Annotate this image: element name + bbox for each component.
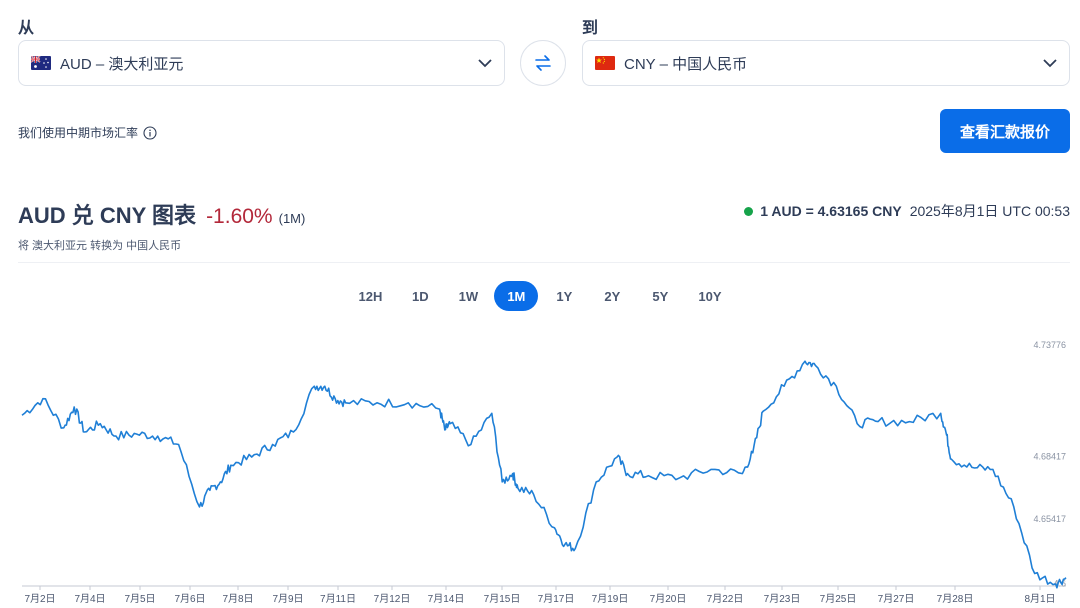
live-status-dot (744, 206, 754, 216)
chevron-down-icon (478, 58, 492, 67)
x-tick-label: 7月19日 (592, 593, 629, 605)
rate-value: 1 AUD = 4.63165 CNY (760, 203, 902, 219)
x-tick-label: 7月5日 (124, 593, 155, 605)
change-period: (1M) (278, 211, 306, 226)
chart-subtitle: 将 澳大利亚元 转换为 中国人民币 (18, 240, 182, 252)
chart-heading: AUD 兑 CNY 图表 -1.60% (1M) (18, 198, 305, 230)
x-tick-label: 7月25日 (820, 593, 857, 605)
x-tick-label: 7月11日 (320, 593, 356, 605)
x-tick-label: 7月2日 (24, 593, 55, 605)
cn-flag-icon (595, 56, 615, 70)
rate-series-line (21, 360, 1067, 589)
period-12h[interactable]: 12H (347, 281, 395, 311)
x-tick-label: 7月17日 (538, 593, 575, 605)
x-tick-label: 7月6日 (174, 593, 205, 605)
au-flag-icon (31, 56, 51, 70)
x-tick-label: 7月23日 (764, 593, 801, 605)
x-tick-label: 7月27日 (878, 593, 915, 605)
view-transfer-quote-button[interactable]: 查看汇款报价 (940, 109, 1070, 153)
to-label: 到 (582, 20, 599, 37)
period-selector: 12H 1D 1W 1M 1Y 2Y 5Y 10Y (0, 281, 1080, 311)
rate-timestamp: 2025年8月1日 UTC 00:53 (909, 203, 1070, 219)
info-icon[interactable] (143, 125, 157, 140)
period-10y[interactable]: 10Y (686, 281, 733, 311)
to-currency-select[interactable]: CNY – 中国人民币 (582, 40, 1070, 86)
from-currency-select[interactable]: AUD – 澳大利亚元 (18, 40, 505, 86)
swap-icon (535, 55, 551, 71)
period-1d[interactable]: 1D (398, 281, 442, 311)
rate-chart[interactable]: 4.737764.684174.654174.67月2日 7月4日 7月5日 7月6日… (0, 330, 1080, 608)
from-label: 从 (18, 20, 35, 37)
x-tick-label: 7月28日 (937, 593, 974, 605)
change-percent: -1.60% (206, 205, 273, 228)
x-tick-label: 7月8日 (222, 593, 253, 605)
x-tick-label: 7月15日 (484, 593, 521, 605)
to-currency-text: CNY – 中国人民币 (624, 55, 748, 73)
divider (18, 262, 1070, 263)
chart-title: AUD 兑 CNY 图表 (18, 203, 197, 228)
y-tick-label: 4.65417 (1033, 514, 1066, 524)
swap-currencies-button[interactable] (520, 40, 566, 86)
period-5y[interactable]: 5Y (638, 281, 682, 311)
from-currency-text: AUD – 澳大利亚元 (60, 55, 184, 73)
x-tick-label: 8月1日 (1024, 593, 1055, 605)
y-tick-label: 4.68417 (1033, 452, 1066, 462)
live-rate: 1 AUD = 4.63165 CNY 2025年8月1日 UTC 00:53 (744, 201, 1070, 221)
x-tick-label: 7月22日 (707, 593, 744, 605)
x-tick-label: 7月4日 (74, 593, 105, 605)
x-tick-label: 7月9日 (272, 593, 303, 605)
mid-market-rate-note: 我们使用中期市场汇率 (18, 124, 157, 141)
y-tick-label: 4.73776 (1033, 340, 1066, 350)
mid-market-rate-text: 我们使用中期市场汇率 (18, 126, 139, 140)
x-tick-label: 7月14日 (428, 593, 465, 605)
period-1m[interactable]: 1M (494, 281, 539, 311)
period-1y[interactable]: 1Y (542, 281, 586, 311)
period-1w[interactable]: 1W (446, 281, 490, 311)
x-tick-label: 7月12日 (374, 593, 411, 605)
chevron-down-icon (1043, 58, 1057, 67)
x-tick-label: 7月20日 (650, 593, 687, 605)
period-2y[interactable]: 2Y (590, 281, 634, 311)
